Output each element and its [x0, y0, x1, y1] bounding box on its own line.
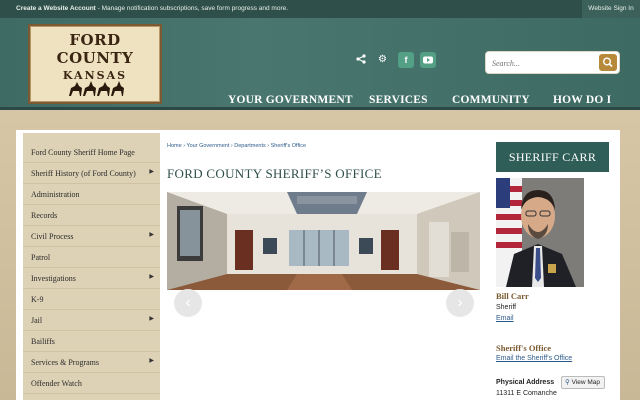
search-bar: [485, 51, 620, 74]
sidebar-item-label: Civil Process: [31, 232, 74, 241]
share-icon[interactable]: [356, 54, 366, 64]
sidebar-item-sheriff-history[interactable]: Sheriff History (of Ford County) ▶: [23, 163, 160, 184]
sheriff-name: Bill Carr: [496, 291, 529, 301]
office-email-link[interactable]: Email the Sheriff's Office: [496, 355, 572, 362]
sidebar-item-bailiffs[interactable]: Bailiffs: [23, 331, 160, 352]
map-pin-icon: ⚲: [565, 379, 570, 386]
search-icon: [602, 57, 613, 68]
site-header: FORD COUNTY KANSAS ⚙ f YOUR GOVE: [0, 18, 640, 110]
sidebar-item-label: Offender Watch: [31, 379, 82, 388]
search-button[interactable]: [599, 54, 617, 71]
youtube-play-icon: [423, 56, 433, 64]
page-title: FORD COUNTY SHERIFF’S OFFICE: [167, 166, 382, 181]
sidebar-item-offender-watch[interactable]: Offender Watch: [23, 373, 160, 394]
gear-icon[interactable]: ⚙: [378, 55, 388, 65]
carousel-prev-button[interactable]: ‹: [174, 289, 202, 317]
view-map-label: View Map: [571, 379, 600, 386]
nav-how-do-i[interactable]: HOW DO I: [553, 94, 611, 106]
sidebar-item-label: Jail: [31, 316, 43, 325]
search-input[interactable]: [492, 56, 592, 70]
site-logo[interactable]: FORD COUNTY KANSAS: [28, 24, 162, 104]
logo-title: FORD COUNTY: [56, 31, 134, 67]
sidebar-item-sheriff-home[interactable]: Ford County Sheriff Home Page: [23, 142, 160, 163]
sheriff-portrait: [496, 178, 584, 287]
sidebar-item-label: Patrol: [31, 253, 51, 262]
chevron-right-icon[interactable]: ▶: [149, 273, 154, 280]
sidebar-item-administration[interactable]: Administration: [23, 184, 160, 205]
chevron-right-icon[interactable]: ▶: [149, 168, 154, 175]
facebook-icon[interactable]: f: [398, 52, 414, 68]
sheriff-title: Sheriff: [496, 304, 517, 311]
create-account-link[interactable]: Create a Website Account - Manage notifi…: [16, 5, 288, 12]
sheriff-email-link[interactable]: Email: [496, 315, 514, 322]
nav-your-government[interactable]: YOUR GOVERNMENT: [228, 94, 353, 106]
sidebar-item-services-programs[interactable]: Services & Programs ▶: [23, 352, 160, 373]
top-utility-bar: Create a Website Account - Manage notifi…: [0, 0, 640, 18]
sheriff-photo: [496, 178, 584, 287]
lobby-photo: [167, 192, 480, 290]
nav-community[interactable]: COMMUNITY: [452, 94, 530, 106]
sidebar-item-label: Services & Programs: [31, 358, 99, 367]
sidebar-item-k9[interactable]: K-9: [23, 289, 160, 310]
sidebar-item-label: Bailiffs: [31, 337, 55, 346]
create-account-description: - Manage notification subscriptions, sav…: [95, 5, 289, 12]
sidebar-item-civil-process[interactable]: Civil Process ▶: [23, 226, 160, 247]
breadcrumb[interactable]: Home › Your Government › Departments › S…: [167, 143, 306, 149]
carousel-next-button[interactable]: ›: [446, 289, 474, 317]
sidebar-item-investigations[interactable]: Investigations ▶: [23, 268, 160, 289]
sheriff-heading: SHERIFF CARR: [496, 142, 609, 172]
sidebar-item-jail[interactable]: Jail ▶: [23, 310, 160, 331]
sidebar-item-records[interactable]: Records: [23, 205, 160, 226]
sidebar-nav: Ford County Sheriff Home Page Sheriff Hi…: [23, 133, 160, 400]
chevron-right-icon[interactable]: ▶: [149, 315, 154, 322]
create-account-label[interactable]: Create a Website Account: [16, 5, 96, 12]
horse-riders-icon: [69, 81, 124, 96]
sidebar-item-label: K-9: [31, 295, 44, 304]
chevron-right-icon[interactable]: ▶: [149, 357, 154, 364]
nav-services[interactable]: SERVICES: [369, 94, 428, 106]
view-map-button[interactable]: ⚲ View Map: [561, 376, 605, 389]
sidebar-item-label: Ford County Sheriff Home Page: [31, 148, 135, 157]
lobby-image: [167, 192, 480, 290]
street-address: 11311 E Comanche: [496, 390, 557, 397]
sidebar-item-label: Investigations: [31, 274, 76, 283]
office-heading: Sheriff's Office: [496, 343, 551, 353]
sidebar-item-patrol[interactable]: Patrol: [23, 247, 160, 268]
sign-in-button[interactable]: Website Sign In: [582, 0, 640, 18]
sidebar-item-label: Sheriff History (of Ford County): [31, 169, 136, 178]
sidebar-item-label: Administration: [31, 190, 80, 199]
youtube-icon[interactable]: [420, 52, 436, 68]
physical-address-label: Physical Address: [496, 379, 555, 386]
sidebar-item-label: Records: [31, 211, 58, 220]
chevron-right-icon[interactable]: ▶: [149, 231, 154, 238]
